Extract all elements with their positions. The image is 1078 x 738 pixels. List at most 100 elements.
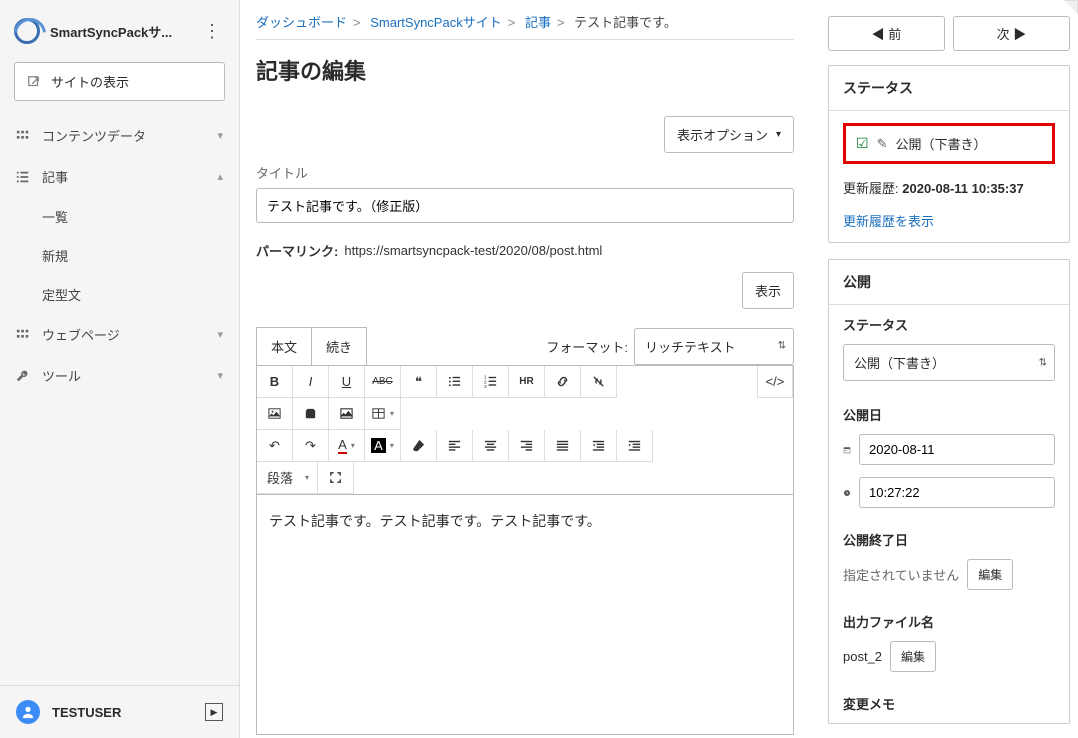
- check-icon: ☑: [856, 135, 869, 152]
- grid-icon: [16, 129, 30, 143]
- italic-button[interactable]: I: [293, 366, 329, 398]
- hr-button[interactable]: HR: [509, 366, 545, 398]
- list-icon: [16, 170, 30, 184]
- asset-button[interactable]: [293, 398, 329, 430]
- nav-articles[interactable]: 記事 ▴: [0, 156, 239, 197]
- nav-webpage[interactable]: ウェブページ ▾: [0, 314, 239, 355]
- breadcrumb: ダッシュボード> SmartSyncPackサイト> 記事> テスト記事です。: [256, 12, 794, 31]
- history-link[interactable]: 更新履歴を表示: [843, 211, 1055, 230]
- pub-date-input[interactable]: [859, 434, 1055, 465]
- unlink-button[interactable]: [581, 366, 617, 398]
- title-label: タイトル: [256, 163, 794, 182]
- paragraph-label: 段落: [267, 468, 293, 487]
- format-value: リッチテキスト: [645, 340, 736, 355]
- sidebar-user[interactable]: TESTUSER ▶: [0, 685, 239, 738]
- nav-sub-list[interactable]: 一覧: [0, 197, 239, 236]
- align-center-button[interactable]: [473, 430, 509, 462]
- status-highlight: ☑ ✎ 公開（下書き）: [843, 123, 1055, 164]
- tab-body[interactable]: 本文: [256, 327, 312, 365]
- redo-button[interactable]: ↷: [293, 430, 329, 462]
- history-value: 2020-08-11 10:35:37: [902, 181, 1023, 196]
- end-edit-button[interactable]: 編集: [967, 559, 1013, 590]
- eraser-button[interactable]: [401, 430, 437, 462]
- breadcrumb-site[interactable]: SmartSyncPackサイト: [370, 15, 501, 30]
- nav-label: ウェブページ: [42, 325, 120, 344]
- page-icon: [16, 328, 30, 342]
- pencil-icon: ✎: [877, 136, 888, 152]
- site-view-button[interactable]: サイトの表示: [14, 62, 225, 101]
- username: TESTUSER: [52, 705, 205, 720]
- underline-button[interactable]: U: [329, 366, 365, 398]
- ul-button[interactable]: [437, 366, 473, 398]
- breadcrumb-articles[interactable]: 記事: [525, 15, 551, 30]
- right-sidebar: ◀ 前 次 ▶ ステータス ☑ ✎ 公開（下書き） 更新履歴: 2020-08-…: [824, 0, 1074, 738]
- end-date-label: 公開終了日: [829, 520, 1069, 559]
- media-button[interactable]: [329, 398, 365, 430]
- permalink-value: https://smartsyncpack-test/2020/08/post.…: [344, 243, 602, 258]
- publish-panel: 公開 ステータス 公開（下書き） ⇅ 公開日 公開終了日 指定されていません 編…: [828, 259, 1070, 724]
- nav-label: 記事: [42, 167, 68, 186]
- nav-contents-data[interactable]: コンテンツデータ ▾: [0, 115, 239, 156]
- code-button[interactable]: </>: [757, 366, 793, 398]
- svg-text:3: 3: [484, 384, 487, 389]
- select-caret-icon: ⇅: [1039, 357, 1047, 368]
- nav-sub-new[interactable]: 新規: [0, 236, 239, 275]
- status-text: 公開（下書き）: [895, 134, 986, 153]
- image-button[interactable]: [257, 398, 293, 430]
- outfile-edit-button[interactable]: 編集: [890, 641, 936, 672]
- paragraph-select[interactable]: 段落 ▾: [257, 462, 318, 494]
- publish-panel-header: 公開: [829, 260, 1069, 305]
- format-select[interactable]: リッチテキスト ⇅: [634, 328, 794, 365]
- sidebar-header: SmartSyncPackサ... ⋮: [0, 0, 239, 62]
- outfile-label: 出力ファイル名: [829, 602, 1069, 641]
- history-label: 更新履歴:: [843, 181, 899, 196]
- editor-toolbar: B I U ABC ❝ 123 HR </> ▾ ↶ ↷ A▾ A▾: [256, 366, 794, 495]
- strike-button[interactable]: ABC: [365, 366, 401, 398]
- title-input[interactable]: [256, 188, 794, 223]
- end-date-value: 指定されていません: [843, 565, 959, 584]
- history-row: 更新履歴: 2020-08-11 10:35:37: [843, 178, 1055, 197]
- fullscreen-button[interactable]: [318, 462, 354, 494]
- prev-button[interactable]: ◀ 前: [828, 16, 945, 51]
- align-left-button[interactable]: [437, 430, 473, 462]
- quote-button[interactable]: ❝: [401, 366, 437, 398]
- bold-button[interactable]: B: [257, 366, 293, 398]
- bg-color-button[interactable]: A▾: [365, 430, 401, 462]
- tab-more[interactable]: 続き: [312, 327, 367, 365]
- indent-button[interactable]: [617, 430, 653, 462]
- chevron-down-icon: ▾: [217, 369, 223, 382]
- memo-label: 変更メモ: [829, 684, 1069, 723]
- status-select[interactable]: 公開（下書き） ⇅: [843, 344, 1055, 381]
- nav-label: ツール: [42, 366, 81, 385]
- ol-button[interactable]: 123: [473, 366, 509, 398]
- calendar-icon: [843, 440, 851, 460]
- undo-button[interactable]: ↶: [257, 430, 293, 462]
- more-menu-icon[interactable]: ⋮: [199, 21, 225, 42]
- status-select-value: 公開（下書き）: [854, 356, 945, 371]
- pub-time-input[interactable]: [859, 477, 1055, 508]
- display-options-button[interactable]: 表示オプション ▾: [664, 116, 794, 153]
- editor-body[interactable]: テスト記事です。テスト記事です。テスト記事です。: [256, 495, 794, 735]
- status-panel-header: ステータス: [829, 66, 1069, 111]
- resize-corner-icon: [1064, 0, 1078, 14]
- link-button[interactable]: [545, 366, 581, 398]
- table-button[interactable]: ▾: [365, 398, 401, 430]
- caret-down-icon: ▾: [305, 473, 309, 482]
- nav-sub-template[interactable]: 定型文: [0, 275, 239, 314]
- status-sub-header: ステータス: [829, 305, 1069, 344]
- next-button[interactable]: 次 ▶: [953, 16, 1070, 51]
- text-color-button[interactable]: A▾: [329, 430, 365, 462]
- breadcrumb-dashboard[interactable]: ダッシュボード: [256, 15, 347, 30]
- chevron-down-icon: ▾: [217, 129, 223, 142]
- permalink-row: パーマリンク: https://smartsyncpack-test/2020/…: [256, 241, 794, 260]
- play-icon[interactable]: ▶: [205, 703, 223, 721]
- nav-label: コンテンツデータ: [42, 126, 146, 145]
- view-button[interactable]: 表示: [742, 272, 794, 309]
- chevron-down-icon: ▾: [217, 328, 223, 341]
- outdent-button[interactable]: [581, 430, 617, 462]
- site-view-label: サイトの表示: [51, 72, 129, 91]
- nav-tools[interactable]: ツール ▾: [0, 355, 239, 396]
- align-right-button[interactable]: [509, 430, 545, 462]
- align-justify-button[interactable]: [545, 430, 581, 462]
- status-panel: ステータス ☑ ✎ 公開（下書き） 更新履歴: 2020-08-11 10:35…: [828, 65, 1070, 243]
